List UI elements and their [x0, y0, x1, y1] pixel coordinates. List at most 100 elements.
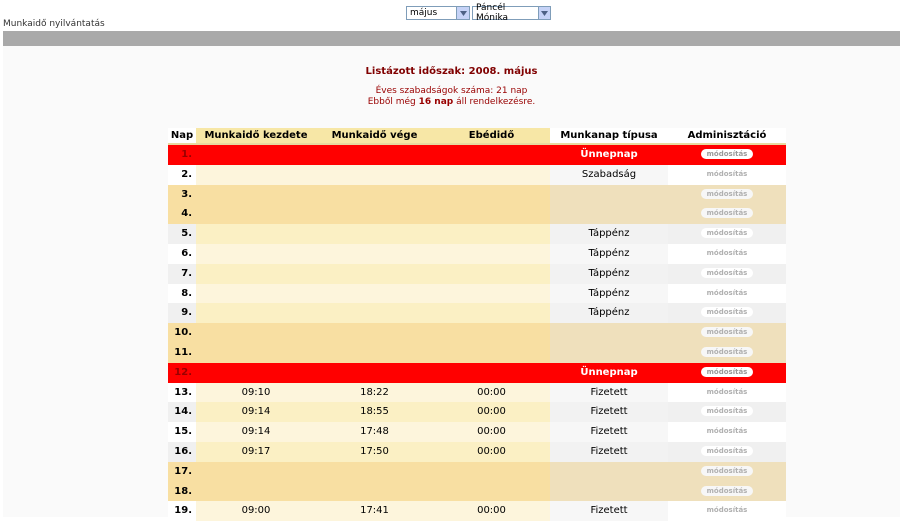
admin-cell: módosítás [668, 144, 786, 165]
modify-button[interactable]: módosítás [701, 505, 753, 516]
type-cell [550, 342, 668, 363]
admin-cell: módosítás [668, 283, 786, 304]
table-row: 2. Szabadság módosítás [168, 164, 786, 185]
remaining-days: 16 nap [418, 97, 454, 107]
admin-cell: módosítás [668, 422, 786, 442]
end-cell: 17:48 [316, 422, 433, 442]
start-cell [196, 224, 316, 244]
admin-cell: módosítás [668, 184, 786, 205]
end-cell [316, 303, 433, 324]
start-cell [196, 323, 316, 343]
admin-cell: módosítás [668, 501, 786, 521]
day-cell: 9. [168, 303, 196, 324]
lunch-cell [433, 144, 550, 165]
table-row: 3. módosítás [168, 184, 786, 205]
modify-button[interactable]: módosítás [701, 386, 753, 397]
lunch-cell [433, 224, 550, 244]
month-select-value: május [410, 8, 438, 18]
modify-button[interactable]: módosítás [701, 307, 753, 318]
month-select[interactable]: május [406, 6, 470, 20]
modify-button[interactable]: módosítás [701, 149, 753, 159]
type-cell: Táppénz [550, 243, 668, 264]
end-cell [316, 144, 433, 165]
lunch-cell: 00:00 [433, 441, 550, 462]
end-cell [316, 243, 433, 264]
type-cell [550, 204, 668, 225]
admin-cell: módosítás [668, 461, 786, 482]
lunch-cell [433, 243, 550, 264]
table-row: 12. Ünnepnap módosítás [168, 362, 786, 383]
type-cell: Fizetett [550, 501, 668, 521]
lunch-cell [433, 204, 550, 225]
end-cell [316, 164, 433, 185]
lunch-cell [433, 481, 550, 502]
modify-button[interactable]: módosítás [701, 366, 753, 377]
filter-controls: május Páncél Mónika [406, 3, 551, 23]
day-cell: 16. [168, 441, 196, 462]
table-header-row: Nap Munkaidő kezdete Munkaidő vége Ebédi… [168, 128, 786, 144]
table-row: 16. 09:17 17:50 00:00 Fizetett módosítás [168, 441, 786, 462]
end-cell: 18:55 [316, 402, 433, 423]
end-cell [316, 362, 433, 383]
chevron-down-icon[interactable] [537, 7, 550, 19]
table-row: 7. Táppénz módosítás [168, 263, 786, 284]
lunch-cell [433, 461, 550, 482]
type-cell: Fizetett [550, 402, 668, 423]
modify-button[interactable]: módosítás [701, 208, 753, 219]
day-cell: 2. [168, 164, 196, 185]
modify-button[interactable]: módosítás [701, 485, 753, 496]
chevron-down-icon[interactable] [456, 7, 469, 19]
modify-button[interactable]: módosítás [701, 465, 753, 476]
day-cell: 6. [168, 243, 196, 264]
day-cell: 13. [168, 382, 196, 403]
modify-button[interactable]: módosítás [701, 445, 753, 456]
day-cell: 17. [168, 461, 196, 482]
modify-button[interactable]: módosítás [701, 287, 753, 298]
start-cell [196, 243, 316, 264]
table-row: 15. 09:14 17:48 00:00 Fizetett módosítás [168, 422, 786, 442]
day-cell: 15. [168, 422, 196, 442]
header-day: Nap [168, 128, 196, 144]
admin-cell: módosítás [668, 481, 786, 502]
modify-button[interactable]: módosítás [701, 406, 753, 417]
admin-cell: módosítás [668, 164, 786, 185]
modify-button[interactable]: módosítás [701, 247, 753, 258]
lunch-cell: 00:00 [433, 402, 550, 423]
app-title: Munkaidő nyilvántatás [3, 19, 105, 29]
admin-cell: módosítás [668, 342, 786, 363]
type-cell [550, 323, 668, 343]
table-row: 5. Táppénz módosítás [168, 224, 786, 244]
person-select[interactable]: Páncél Mónika [472, 3, 551, 23]
modify-button[interactable]: módosítás [701, 426, 753, 437]
day-cell: 14. [168, 402, 196, 423]
type-cell: Táppénz [550, 224, 668, 244]
end-cell [316, 461, 433, 482]
table-row: 13. 09:10 18:22 00:00 Fizetett módosítás [168, 382, 786, 403]
modify-button[interactable]: módosítás [701, 188, 753, 199]
type-cell: Ünnepnap [550, 144, 668, 165]
type-cell: Ünnepnap [550, 362, 668, 383]
type-cell: Fizetett [550, 441, 668, 462]
header-bar [3, 31, 900, 46]
lunch-cell: 00:00 [433, 501, 550, 521]
start-cell: 09:14 [196, 422, 316, 442]
lunch-cell: 00:00 [433, 422, 550, 442]
modify-button[interactable]: módosítás [701, 168, 753, 179]
day-cell: 1. [168, 144, 196, 165]
start-cell [196, 204, 316, 225]
table-row: 14. 09:14 18:55 00:00 Fizetett módosítás [168, 402, 786, 423]
modify-button[interactable]: módosítás [701, 346, 753, 357]
admin-cell: módosítás [668, 263, 786, 284]
lunch-cell [433, 303, 550, 324]
table-row: 10. módosítás [168, 323, 786, 343]
type-cell: Fizetett [550, 382, 668, 403]
admin-cell: módosítás [668, 402, 786, 423]
type-cell: Táppénz [550, 303, 668, 324]
type-cell [550, 461, 668, 482]
lunch-cell [433, 362, 550, 383]
modify-button[interactable]: módosítás [701, 327, 753, 338]
modify-button[interactable]: módosítás [701, 267, 753, 278]
lunch-cell [433, 164, 550, 185]
modify-button[interactable]: módosítás [701, 228, 753, 239]
end-cell: 17:41 [316, 501, 433, 521]
